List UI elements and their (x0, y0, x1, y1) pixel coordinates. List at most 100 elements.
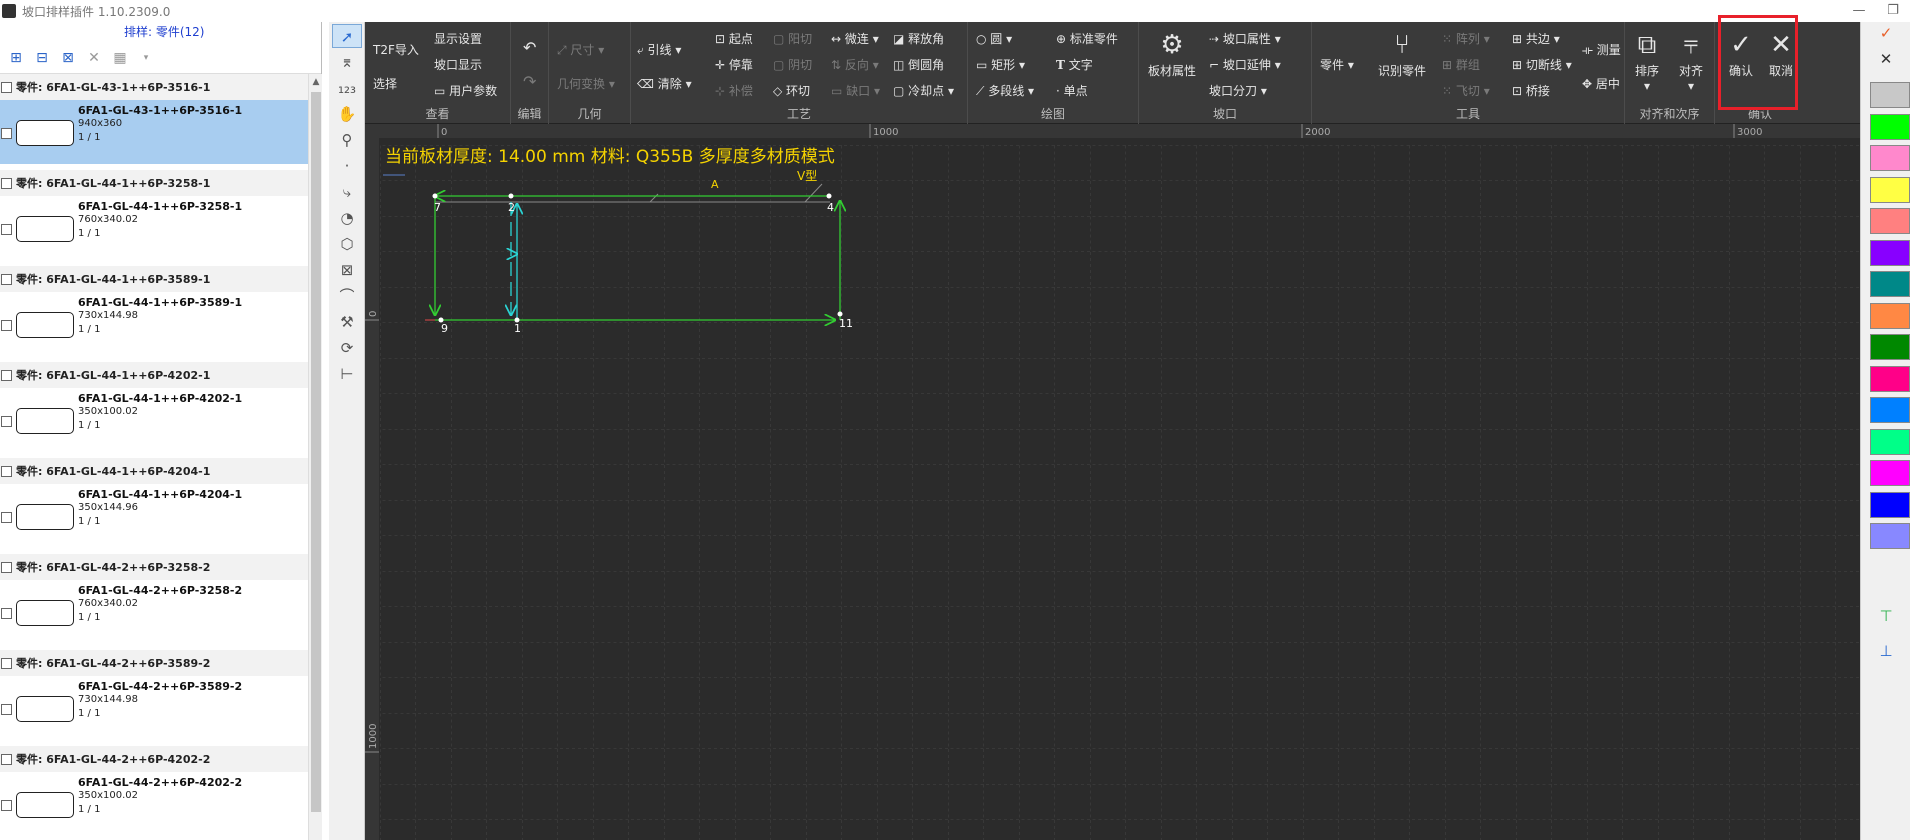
point-4-dot[interactable] (826, 193, 832, 199)
scroll-up-icon[interactable]: ▲ (309, 74, 323, 90)
color-swatch[interactable] (1870, 113, 1910, 140)
plate-props-button[interactable]: ⚙ 板材属性 (1141, 28, 1203, 79)
cut-line-button[interactable]: ⊞ 切断线 ▾ (1512, 56, 1572, 73)
restore-icon[interactable]: ❐ (1876, 0, 1910, 22)
negative-cut-button[interactable]: ▢ 阴切 (773, 56, 812, 73)
sort-button[interactable]: ⧉ 排序 ▾ (1625, 28, 1669, 93)
round-corner-button[interactable]: ◫ 倒圆角 (893, 56, 944, 73)
bevel-extend-button[interactable]: ⌐ 坡口延伸 ▾ (1209, 56, 1281, 73)
group-checkbox[interactable] (1, 81, 12, 93)
list-item[interactable]: 6FA1-GL-43-1++6P-3516-1 940x360 1 / 1 (0, 100, 308, 164)
group-checkbox[interactable] (1, 369, 12, 381)
list-item[interactable]: 6FA1-GL-44-2++6P-4202-2 350x100.02 1 / 1 (0, 772, 308, 836)
display-settings-button[interactable]: 显示设置 (434, 30, 482, 47)
color-swatch[interactable] (1870, 145, 1910, 171)
dropdown-arrow-icon[interactable]: ▾ (136, 53, 156, 63)
gap-button[interactable]: ▭ 缺口 ▾ (831, 82, 880, 99)
bevel-split-button[interactable]: 坡口分刀 ▾ (1209, 82, 1267, 99)
lead-path-icon[interactable]: ⤷ (332, 180, 362, 204)
lead-button[interactable]: ⤶ 引线 ▾ (637, 41, 681, 58)
release-angle-button[interactable]: ◪ 释放角 (893, 30, 944, 47)
list-item[interactable]: 6FA1-GL-44-2++6P-3589-2 730x144.98 1 / 1 (0, 676, 308, 740)
arc-icon[interactable]: ◔ (332, 206, 362, 230)
group-checkbox[interactable] (1, 177, 12, 189)
bevel-props-button[interactable]: ⇢ 坡口属性 ▾ (1209, 30, 1281, 47)
group-checkbox[interactable] (1, 273, 12, 285)
item-checkbox[interactable] (1, 416, 12, 427)
color-swatch[interactable] (1870, 491, 1910, 518)
item-checkbox[interactable] (1, 512, 12, 523)
select-arrow-icon[interactable]: ➚ (332, 24, 362, 48)
user-params-button[interactable]: ▭ 用户参数 (434, 82, 497, 99)
list-item[interactable]: 6FA1-GL-44-1++6P-3589-1 730x144.98 1 / 1 (0, 292, 308, 356)
fly-cut-button[interactable]: ⁙ 飞切 ▾ (1442, 82, 1490, 99)
table-view-icon[interactable]: ▦ (110, 50, 130, 66)
part-group-header[interactable]: 零件: 6FA1-GL-44-1++6P-3589-1 (0, 266, 308, 292)
color-swatch[interactable] (1870, 523, 1910, 549)
part-group-header[interactable]: 零件: 6FA1-GL-43-1++6P-3516-1 (0, 74, 308, 100)
group-checkbox[interactable] (1, 561, 12, 573)
bridge-button[interactable]: ⊡ 桥接 (1512, 82, 1550, 99)
dimension-icon[interactable]: ⊢ (332, 362, 362, 386)
part-group-header[interactable]: 零件: 6FA1-GL-44-2++6P-3258-2 (0, 554, 308, 580)
part-list-scrollbar[interactable]: ▲ (308, 74, 322, 840)
list-item[interactable]: 6FA1-GL-44-1++6P-4204-1 350x144.96 1 / 1 (0, 484, 308, 548)
measure-button[interactable]: ⟛ 测量 (1582, 41, 1621, 58)
color-swatch[interactable] (1870, 334, 1910, 360)
point-icon[interactable]: · (332, 154, 362, 178)
item-checkbox[interactable] (1, 320, 12, 331)
item-checkbox[interactable] (1, 704, 12, 715)
scroll-thumb[interactable] (311, 92, 321, 812)
check-icon-palette[interactable]: ✓ (1861, 24, 1910, 42)
polyline-button[interactable]: ⟋ 多段线 ▾ (976, 82, 1034, 99)
size-button[interactable]: ⤢ 尺寸 ▾ (557, 41, 604, 58)
part-group-header[interactable]: 零件: 6FA1-GL-44-2++6P-4202-2 (0, 746, 308, 772)
center-button[interactable]: ✥ 居中 (1582, 75, 1620, 92)
zoom-icon[interactable]: ⚲ (332, 128, 362, 152)
align-button[interactable]: ⫧ 对齐 ▾ (1669, 28, 1713, 93)
grid-icon[interactable]: ⊠ (332, 258, 362, 282)
color-swatch[interactable] (1870, 271, 1910, 297)
t2f-import-button[interactable]: T2F导入 (373, 41, 419, 58)
point-2-dot[interactable] (508, 193, 514, 199)
stop-button[interactable]: ✛ 停靠 (715, 56, 753, 73)
bevel-display-button[interactable]: 坡口显示 (434, 56, 482, 73)
delete-icon[interactable]: ✕ (84, 50, 104, 66)
color-swatch[interactable] (1870, 208, 1910, 234)
list-item[interactable]: 6FA1-GL-44-2++6P-3258-2 760x340.02 1 / 1 (0, 580, 308, 644)
cooling-point-button[interactable]: ▢ 冷却点 ▾ (893, 82, 954, 99)
redo-icon[interactable]: ↷ (523, 72, 536, 91)
point-7-dot[interactable] (432, 193, 438, 199)
color-swatch[interactable] (1870, 82, 1910, 108)
drawing-canvas[interactable]: 0 1000 2000 3000 0 1000 7 2 4 9 1 11 A V型 (365, 124, 1860, 840)
color-swatch[interactable] (1870, 397, 1910, 423)
circle-button[interactable]: ○ 圆 ▾ (976, 30, 1012, 47)
align-top-icon[interactable]: ⊤ (1861, 607, 1910, 625)
array-button[interactable]: ⁙ 阵列 ▾ (1442, 30, 1490, 47)
align-bottom-icon[interactable]: ⊥ (1861, 642, 1910, 660)
tree-view-icon[interactable]: ⊠ (58, 50, 78, 66)
item-checkbox[interactable] (1, 224, 12, 235)
color-swatch[interactable] (1870, 176, 1910, 203)
compensate-button[interactable]: ⊹ 补偿 (715, 82, 753, 99)
reverse-button[interactable]: ⇅ 反向 ▾ (831, 56, 879, 73)
item-checkbox[interactable] (1, 608, 12, 619)
rect-button[interactable]: ▭ 矩形 ▾ (976, 56, 1025, 73)
recognize-part-button[interactable]: ⑂ 识别零件 (1370, 28, 1434, 79)
group-checkbox[interactable] (1, 657, 12, 669)
group-button[interactable]: ⊞ 群组 (1442, 56, 1480, 73)
standard-part-button[interactable]: ⊕ 标准零件 (1056, 30, 1118, 47)
polygon-icon[interactable]: ⬡ (332, 232, 362, 256)
color-swatch[interactable] (1870, 302, 1910, 329)
part-button[interactable]: 零件 ▾ (1320, 56, 1354, 73)
minimize-icon[interactable]: — (1842, 0, 1876, 22)
micro-joint-button[interactable]: ↔ 微连 ▾ (831, 30, 879, 47)
group-checkbox[interactable] (1, 753, 12, 765)
sequence-icon[interactable]: ₁₂₃ (332, 76, 362, 100)
canvas-svg[interactable]: 0 1000 2000 3000 0 1000 7 2 4 9 1 11 A V型 (365, 124, 1860, 840)
point-11-dot[interactable] (837, 311, 843, 317)
part-group-header[interactable]: 零件: 6FA1-GL-44-1++6P-4202-1 (0, 362, 308, 388)
loop-cut-button[interactable]: ◇ 环切 (773, 82, 810, 99)
color-swatch[interactable] (1870, 460, 1910, 486)
text-button[interactable]: T 文字 (1056, 56, 1093, 73)
